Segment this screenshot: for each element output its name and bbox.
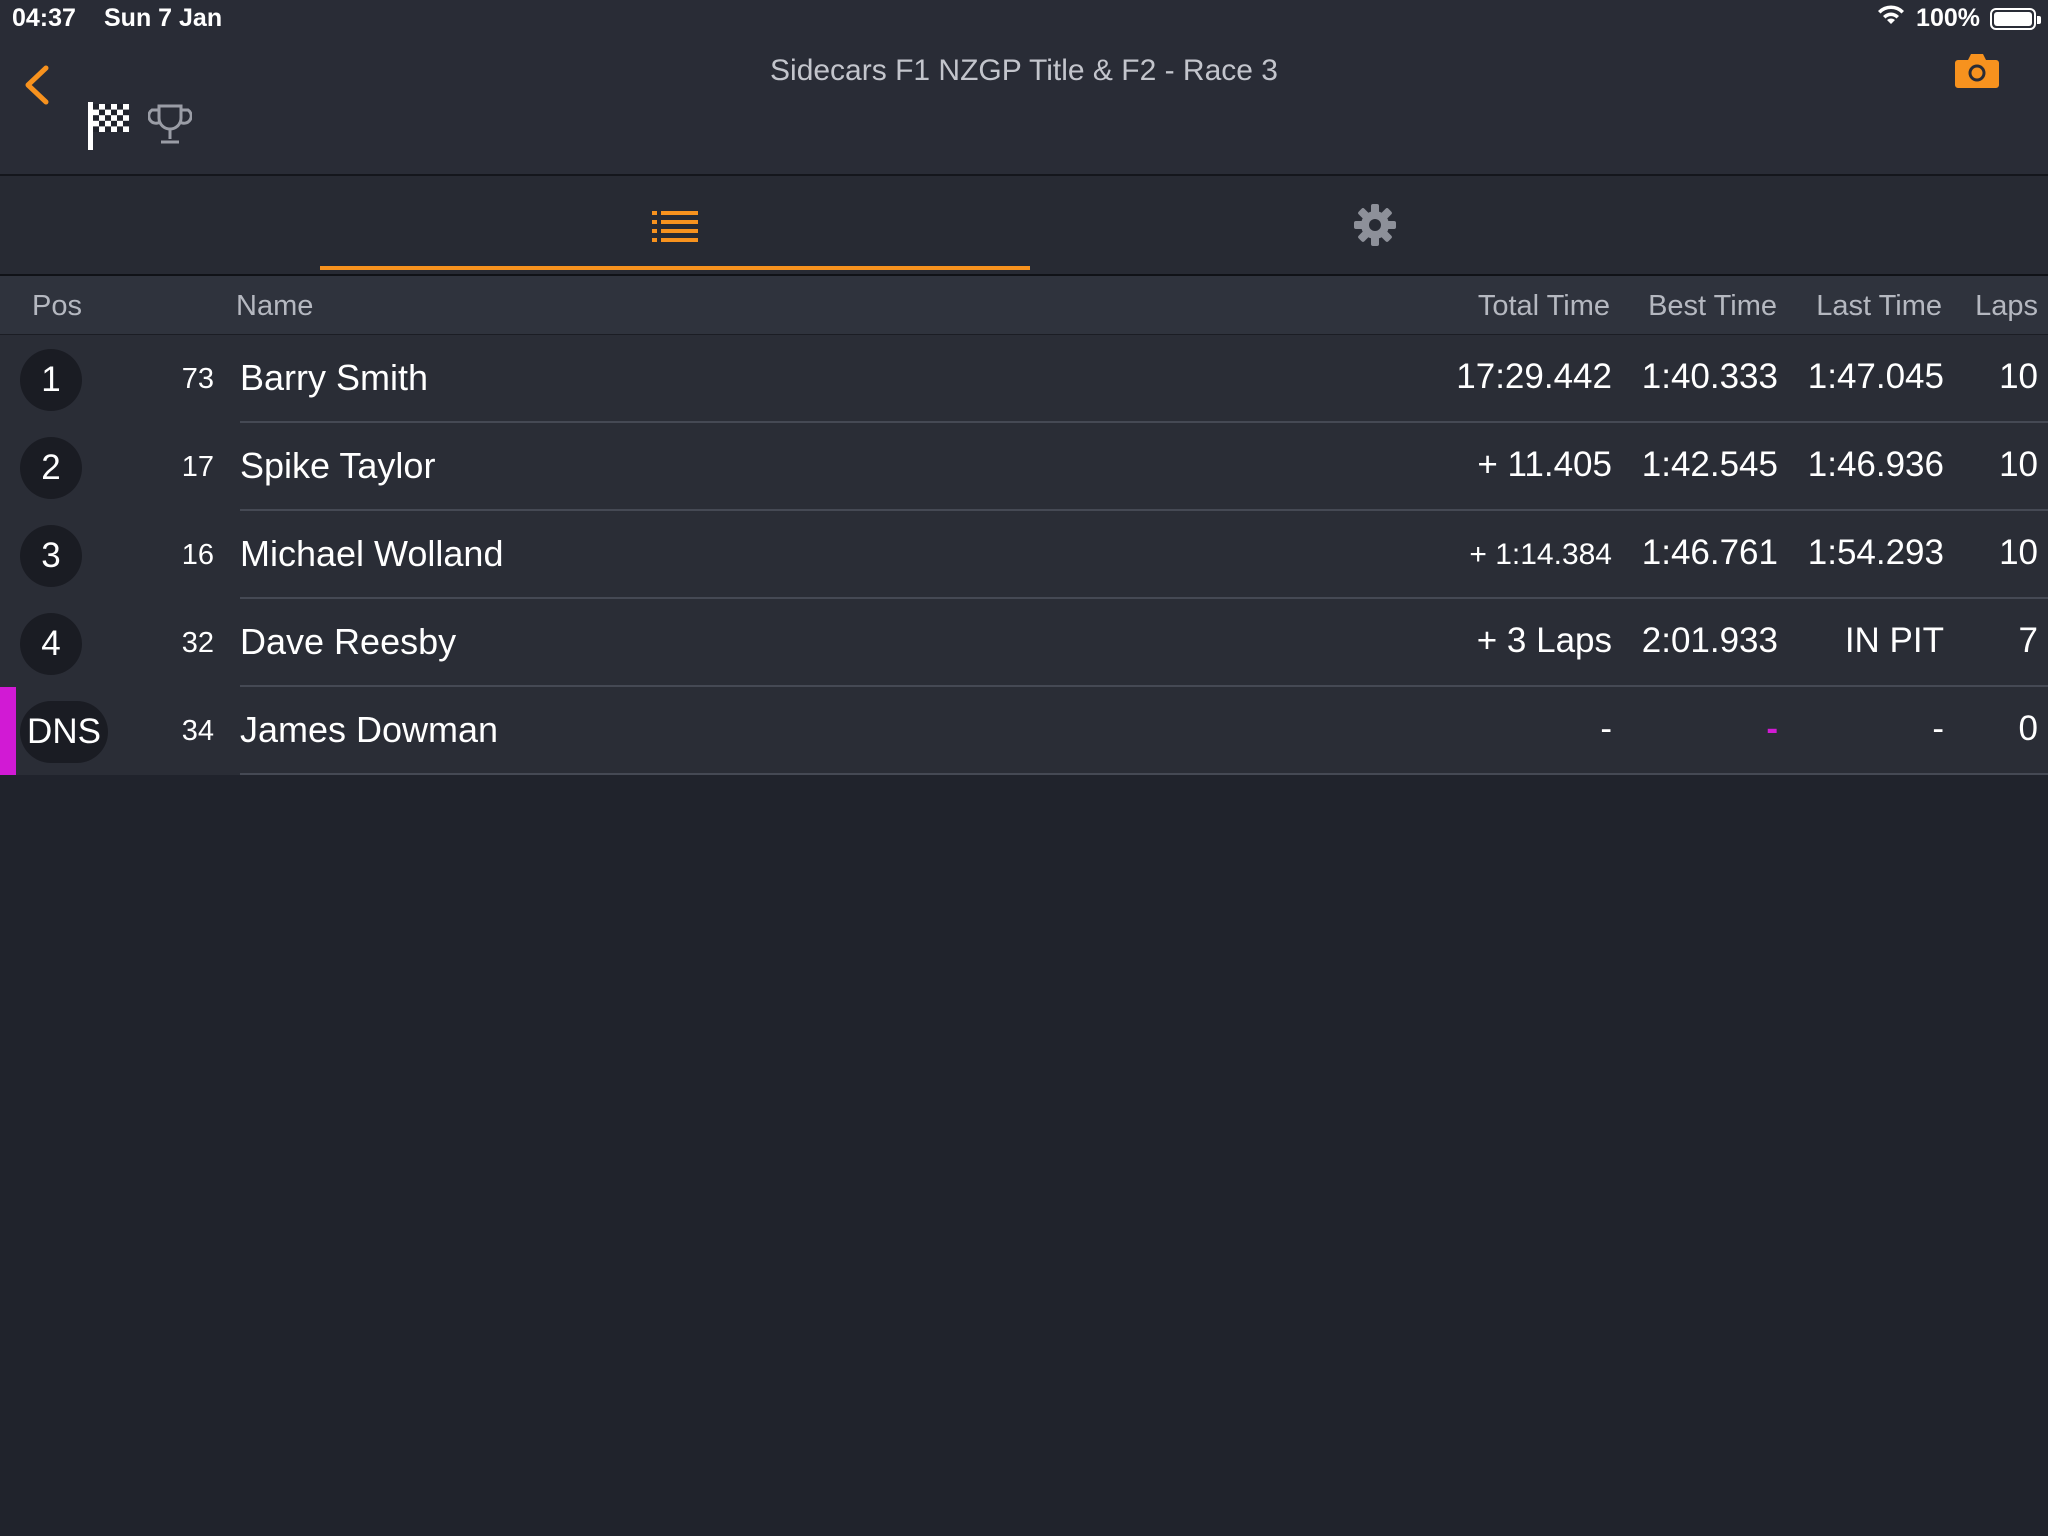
column-header-last-time[interactable]: Last Time (1816, 290, 1942, 323)
total-time: + 11.405 (1477, 445, 1612, 484)
total-time: + 3 Laps (1476, 621, 1612, 660)
total-time: + 1:14.384 (1469, 538, 1612, 571)
table-row[interactable]: 4 32 Dave Reesby + 3 Laps 2:01.933 IN PI… (0, 599, 2048, 687)
laps: 7 (2018, 621, 2038, 660)
battery-percent: 100% (1916, 4, 1980, 32)
selected-tab-indicator (320, 266, 1030, 270)
last-time: 1:54.293 (1807, 533, 1944, 572)
laps: 0 (2018, 709, 2038, 748)
battery-icon (1990, 7, 2041, 30)
results-table-header: Pos Name Total Time Best Time Last Time … (0, 276, 2048, 335)
tab-settings[interactable] (1020, 176, 1730, 274)
camera-button[interactable] (1954, 50, 2000, 95)
best-time: 1:46.761 (1641, 533, 1778, 572)
last-time: - (1932, 709, 1944, 748)
table-row[interactable]: 3 16 Michael Wolland + 1:14.384 1:46.761… (0, 511, 2048, 599)
laps: 10 (1999, 533, 2038, 572)
laps: 10 (1999, 445, 2038, 484)
camera-icon (1955, 54, 1999, 88)
column-header-pos[interactable]: Pos (32, 290, 82, 323)
status-bar: 04:37 Sun 7 Jan 100% (0, 0, 2048, 40)
column-header-name[interactable]: Name (236, 290, 313, 323)
view-tabs (0, 176, 2048, 276)
table-row[interactable]: DNS 34 James Dowman - - - 0 (0, 687, 2048, 775)
position-badge: 1 (20, 349, 82, 411)
status-date: Sun 7 Jan (104, 4, 223, 32)
rider-number: 73 (181, 363, 214, 395)
last-time: IN PIT (1844, 621, 1944, 660)
gear-icon (1354, 204, 1396, 246)
status-flag-bar (0, 687, 16, 775)
best-time: 1:40.333 (1641, 357, 1778, 396)
last-time: 1:47.045 (1807, 357, 1944, 396)
trophy-icon[interactable] (147, 102, 193, 153)
rider-name: Dave Reesby (240, 621, 457, 662)
position-badge: 4 (20, 613, 82, 675)
tab-results-list[interactable] (320, 176, 1030, 274)
rider-name: Michael Wolland (240, 533, 504, 574)
rider-number: 17 (181, 451, 214, 483)
page-title: Sidecars F1 NZGP Title & F2 - Race 3 (770, 54, 1278, 87)
column-header-best-time[interactable]: Best Time (1648, 290, 1777, 323)
rider-number: 16 (181, 539, 214, 571)
total-time: 17:29.442 (1456, 357, 1612, 396)
rider-number: 32 (181, 627, 214, 659)
best-time: - (1766, 709, 1778, 748)
laps: 10 (1999, 357, 2038, 396)
table-row[interactable]: 1 73 Barry Smith 17:29.442 1:40.333 1:47… (0, 335, 2048, 423)
rider-name: James Dowman (240, 709, 499, 750)
status-time: 04:37 (12, 4, 76, 32)
position-badge: 3 (20, 525, 82, 587)
best-time: 2:01.933 (1641, 621, 1778, 660)
checkered-flag-icon[interactable] (86, 100, 132, 157)
wifi-icon (1876, 4, 1906, 33)
table-row[interactable]: 2 17 Spike Taylor + 11.405 1:42.545 1:46… (0, 423, 2048, 511)
total-time: - (1600, 709, 1612, 748)
column-header-laps[interactable]: Laps (1975, 290, 2038, 323)
nav-bar: Sidecars F1 NZGP Title & F2 - Race 3 (0, 40, 2048, 176)
column-header-total-time[interactable]: Total Time (1478, 290, 1610, 323)
list-icon (652, 211, 698, 242)
last-time: 1:46.936 (1807, 445, 1944, 484)
rider-name: Spike Taylor (240, 445, 436, 486)
position-badge: 2 (20, 437, 82, 499)
status-right: 100% (1876, 4, 2041, 33)
position-badge: DNS (20, 701, 108, 763)
rider-number: 34 (181, 715, 214, 747)
results-table: 1 73 Barry Smith 17:29.442 1:40.333 1:47… (0, 335, 2048, 775)
best-time: 1:42.545 (1641, 445, 1778, 484)
rider-name: Barry Smith (240, 357, 429, 398)
row-divider (240, 773, 2048, 775)
